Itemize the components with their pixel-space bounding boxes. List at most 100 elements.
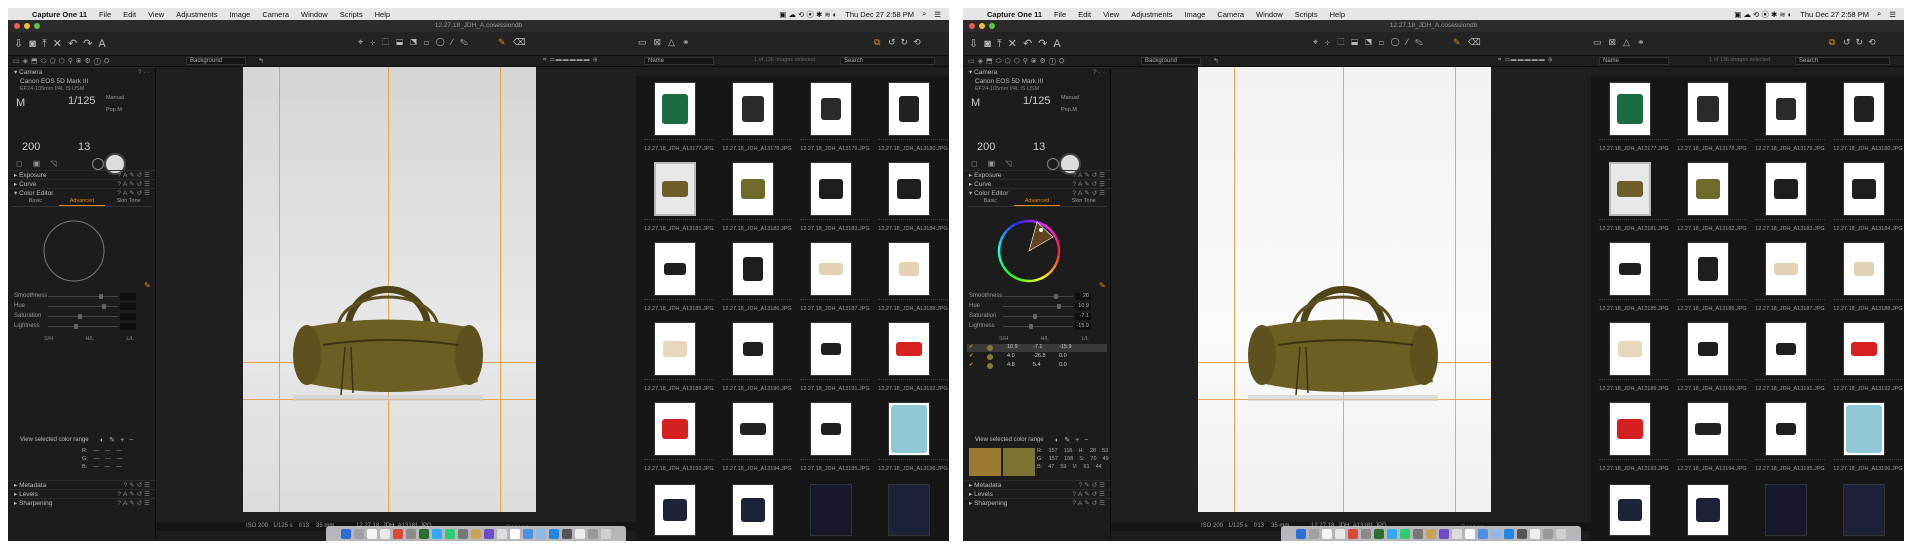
- rating-stars[interactable]: [1755, 299, 1825, 302]
- app-menu[interactable]: Capture One 11: [987, 10, 1042, 19]
- menu-scripts[interactable]: Scripts: [1295, 10, 1318, 19]
- rating-stars[interactable]: [1677, 299, 1747, 302]
- brush-tool-icon[interactable]: ✎: [1453, 37, 1467, 48]
- thumbnail-image[interactable]: [810, 402, 852, 456]
- color-range-row[interactable]: ✔ 10.9 -7.1 -15.9: [967, 344, 1107, 352]
- thumbnail-image[interactable]: [732, 162, 774, 216]
- image-browser[interactable]: 12.27.18_JDH_A13177.JPG 12.27.18_JDH_A131…: [636, 67, 949, 541]
- menu-edit[interactable]: Edit: [1078, 10, 1091, 19]
- tab-advanced[interactable]: Advanced: [58, 198, 106, 206]
- thumbnail-image[interactable]: [810, 242, 852, 296]
- status-icons[interactable]: ▣ ☁ ⟲ ⦿ ✱ ≋ ◐: [779, 9, 837, 20]
- rating-stars[interactable]: [644, 299, 714, 302]
- thumbnail-image[interactable]: [1687, 322, 1729, 376]
- row-checkbox[interactable]: ✔: [969, 344, 974, 350]
- menu-list-icon[interactable]: ☰: [934, 10, 941, 19]
- main-photo[interactable]: [1198, 67, 1491, 512]
- thumbnail[interactable]: 12.27.18_JDH_A13186.JPG: [1673, 240, 1751, 320]
- smoothness-value[interactable]: 20: [1075, 293, 1091, 300]
- rating-stars[interactable]: [1833, 299, 1903, 302]
- rating-stars[interactable]: [800, 299, 870, 302]
- thumbnail[interactable]: 12.27.18_JDH_A13182.JPG: [718, 160, 796, 240]
- dock-app-icon[interactable]: [1348, 528, 1358, 539]
- toolbar-cursor-tools[interactable]: ⌖⊹⬚⬓⬔◻◯⁄✎: [1313, 37, 1430, 48]
- manual-label[interactable]: Manual: [1061, 95, 1079, 101]
- thumbnail-image[interactable]: [888, 402, 930, 456]
- tab-skin-tone[interactable]: Skin Tone: [1060, 198, 1107, 206]
- dock-app-icon[interactable]: [575, 528, 585, 539]
- dock-app-icon[interactable]: [458, 528, 468, 539]
- dock-app-icon[interactable]: [1413, 528, 1423, 539]
- back-icon[interactable]: ↰: [258, 57, 264, 65]
- toolbar-view-icons[interactable]: ▭⊠△⚭: [1593, 37, 1652, 48]
- menu-window[interactable]: Window: [301, 10, 328, 19]
- dock-app-icon[interactable]: [1335, 528, 1345, 539]
- back-icon[interactable]: ↰: [1213, 57, 1219, 65]
- thumbnail[interactable]: 12.27.18_JDH_A13195.JPG: [1751, 400, 1829, 480]
- curve-section-header[interactable]: ▸ Curve ?A✎↺☰: [8, 179, 156, 188]
- dock-app-icon[interactable]: [1530, 528, 1540, 539]
- rating-stars[interactable]: [1599, 459, 1669, 462]
- rating-stars[interactable]: [800, 379, 870, 382]
- thumbnail-image[interactable]: [1843, 322, 1885, 376]
- dock-app-icon[interactable]: [419, 528, 429, 539]
- rating-stars[interactable]: [1755, 459, 1825, 462]
- dock-app-icon[interactable]: [354, 528, 364, 539]
- color-range-tools[interactable]: ◐✎+−: [1055, 436, 1093, 444]
- thumbnail-image[interactable]: [1843, 162, 1885, 216]
- rating-stars[interactable]: [878, 379, 948, 382]
- live-view-button[interactable]: [1047, 158, 1059, 170]
- thumbnail[interactable]: 12.27.18_JDH_A13185.JPG: [640, 240, 718, 320]
- lightness-value[interactable]: [120, 323, 136, 330]
- clock[interactable]: Thu Dec 27 2:58 PM: [1800, 10, 1869, 19]
- thumbnail[interactable]: 12.27.18_JDH_A13187.JPG: [796, 240, 874, 320]
- rating-stars[interactable]: [1677, 459, 1747, 462]
- thumbnail[interactable]: 12.27.18_JDH_A13189.JPG: [640, 320, 718, 400]
- thumbnail[interactable]: 12.27.18_JDH_A13182.JPG: [1673, 160, 1751, 240]
- app-menu[interactable]: Capture One 11: [32, 10, 87, 19]
- smoothness-value[interactable]: [120, 293, 136, 300]
- smoothness-slider[interactable]: Smoothness 20: [969, 293, 1109, 301]
- menu-edit[interactable]: Edit: [123, 10, 136, 19]
- thumbnail-image[interactable]: [654, 162, 696, 216]
- tab-basic[interactable]: Basic: [967, 198, 1014, 206]
- thumbnail[interactable]: 12.27.18_JDH_A13188.JPG: [1829, 240, 1904, 320]
- rating-stars[interactable]: [1755, 139, 1825, 142]
- rating-stars[interactable]: [722, 219, 792, 222]
- thumbnail[interactable]: 12.27.18_JDH_A13190.JPG: [1673, 320, 1751, 400]
- rating-stars[interactable]: [800, 459, 870, 462]
- rating-stars[interactable]: [1677, 379, 1747, 382]
- status-icons[interactable]: ▣ ☁ ⟲ ⦿ ✱ ≋ ◐: [1734, 9, 1792, 20]
- dock-app-icon[interactable]: [1309, 528, 1319, 539]
- lightness-value[interactable]: -15.9: [1075, 323, 1091, 330]
- dock-app-icon[interactable]: [523, 528, 533, 539]
- search-input[interactable]: Search: [1795, 57, 1890, 65]
- image-viewer[interactable]: [156, 67, 636, 522]
- toolbar-right-icons[interactable]: ↺↻⟲: [1843, 37, 1881, 48]
- close-window-button[interactable]: [969, 23, 975, 29]
- thumbnail-image[interactable]: [810, 322, 852, 376]
- manual-label[interactable]: Manual: [106, 95, 124, 101]
- thumbnail-image[interactable]: [1765, 82, 1807, 136]
- thumbnail[interactable]: 12.27.18_JDH_A13181.JPG: [1595, 160, 1673, 240]
- thumbnail[interactable]: 12.27.18_JDH_A13183.JPG: [796, 160, 874, 240]
- row-checkbox[interactable]: ✔: [969, 362, 974, 368]
- saturation-value[interactable]: -7.1: [1075, 313, 1091, 320]
- levels-section-header[interactable]: ▸ Levels ?A✎↺☰: [963, 489, 1111, 498]
- rating-stars[interactable]: [644, 139, 714, 142]
- thumbnail[interactable]: 12.27.18_JDH_A13184.JPG: [1829, 160, 1904, 240]
- thumbnail-image[interactable]: [1687, 82, 1729, 136]
- thumbnail[interactable]: 12.27.18_JDH_A13196.JPG: [874, 400, 949, 480]
- color-ranges-list[interactable]: ✔ 10.9 -7.1 -15.9 ✔ 4.0 -26.8 0.0 ✔ 4.8 5.4 0.0: [967, 344, 1107, 372]
- rating-stars[interactable]: [878, 219, 948, 222]
- rating-stars[interactable]: [1599, 299, 1669, 302]
- dock-app-icon[interactable]: [1426, 528, 1436, 539]
- thumbnail-image[interactable]: [732, 484, 774, 536]
- rating-stars[interactable]: [1677, 219, 1747, 222]
- thumbnail[interactable]: [796, 480, 874, 540]
- thumbnail[interactable]: 12.27.18_JDH_A13191.JPG: [1751, 320, 1829, 400]
- thumbnail[interactable]: 12.27.18_JDH_A13193.JPG: [640, 400, 718, 480]
- thumbnail-image[interactable]: [810, 484, 852, 536]
- image-browser[interactable]: 12.27.18_JDH_A13177.JPG 12.27.18_JDH_A131…: [1591, 67, 1904, 541]
- copy-adjustments-icon[interactable]: ⧉: [874, 37, 886, 48]
